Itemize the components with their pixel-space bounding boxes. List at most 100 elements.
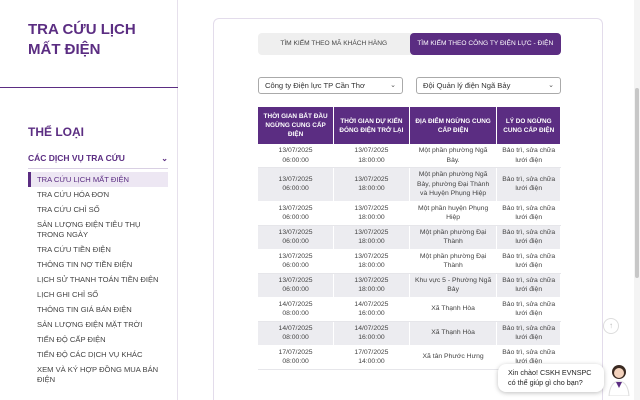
search-mode-tabs: TÌM KIẾM THEO MÃ KHÁCH HÀNG TÌM KIẾM THE… [258, 33, 561, 69]
cell-reason: Bảo trì, sửa chữa lưới điện [502, 276, 556, 294]
cell-end-time: 16:00:00 [358, 334, 385, 341]
cell-end-time: 18:00:00 [358, 262, 385, 269]
cell-start: 13/07/2025 06:00:00 [258, 249, 335, 274]
table-row: 13/07/2025 06:00:00 13/07/2025 18:00:00 Một … [258, 249, 561, 274]
arrow-up-icon[interactable]: ↑ [603, 318, 619, 334]
cell-reason: Bảo trì, sửa chữa lưới điện [496, 225, 561, 250]
group-divider [28, 168, 168, 169]
cell-start-date: 13/07/2025 [278, 228, 313, 236]
cell-start: 13/07/2025 06:00:00 [258, 201, 335, 226]
cell-start-time: 06:00:00 [282, 286, 309, 293]
sidebar-item-invoice[interactable]: TRA CỨU HÓA ĐƠN [28, 187, 168, 202]
sidebar-item-payment-history[interactable]: LỊCH SỬ THANH TOÁN TIỀN ĐIỆN [28, 272, 168, 287]
cell-location: Một phần phường Đại Thành [409, 225, 498, 250]
cell-end-time: 16:00:00 [358, 310, 385, 317]
cell-location: Một phần phường Đại Thành [409, 249, 498, 274]
cell-reason: Bảo trì, sửa chữa lưới điện [496, 297, 561, 322]
cell-start-time: 08:00:00 [282, 310, 309, 317]
table-row: 13/07/2025 06:00:00 13/07/2025 18:00:00 Một … [258, 225, 561, 250]
cell-start: 14/07/2025 08:00:00 [258, 321, 335, 346]
cell-end-date: 13/07/2025 [354, 252, 389, 260]
cell-end-time: 18:00:00 [358, 185, 385, 193]
column-header-start: THỜI GIAN BẮT ĐẦU NGỪNG CUNG CẤP ĐIỆN [258, 107, 335, 144]
cell-start-time: 06:00:00 [282, 185, 309, 193]
tab-search-by-customer[interactable]: TÌM KIẾM THEO MÃ KHÁCH HÀNG [258, 33, 410, 55]
cell-reason: Bảo trì, sửa chữa lưới điện [502, 252, 556, 270]
cell-start: 14/07/2025 08:00:00 [258, 297, 335, 322]
table-row: 13/07/2025 06:00:00 13/07/2025 18:00:00 Một … [258, 201, 561, 226]
cell-reason: Bảo trì, sửa chữa lưới điện [502, 324, 556, 342]
sidebar-item-other-services[interactable]: TIẾN ĐỘ CÁC DỊCH VỤ KHÁC [28, 347, 168, 362]
sidebar-item-connection-progress[interactable]: TIẾN ĐỘ CẤP ĐIỆN [28, 332, 168, 347]
cell-start-time: 08:00:00 [282, 358, 309, 365]
chat-greeting-line1: Xin chào! CSKH EVNSPC [508, 368, 592, 377]
cell-end-date: 13/07/2025 [354, 175, 389, 183]
cell-start-time: 06:00:00 [282, 262, 309, 269]
cell-location: Một phần phường Đại Thành [419, 228, 487, 246]
cell-start-time: 06:00:00 [282, 156, 309, 164]
page-scrollbar[interactable] [634, 0, 640, 400]
cell-end-date: 13/07/2025 [354, 147, 389, 154]
outage-panel: TÌM KIẾM THEO MÃ KHÁCH HÀNG TÌM KIẾM THE… [213, 18, 603, 400]
cell-reason: Bảo trì, sửa chữa lưới điện [496, 249, 561, 274]
cell-location: Một phần phường Đại Thành [419, 252, 487, 270]
cell-location: Xã Thạnh Hòa [409, 321, 498, 346]
cell-start: 13/07/2025 06:00:00 [258, 273, 335, 298]
column-header-location: ĐỊA ĐIỂM NGỪNG CUNG CẤP ĐIỆN [409, 107, 498, 144]
sidebar-item-bill-amount[interactable]: TRA CỨU TIỀN ĐIỆN [28, 242, 168, 257]
sidebar: TRA CỨU LỊCH MẤT ĐIỆN THỂ LOẠI CÁC DỊCH … [0, 0, 178, 400]
cell-location: Xã Thạnh Hòa [431, 329, 475, 337]
company-select[interactable]: Công ty Điện lực TP Cần Thơ ⌄ [258, 77, 403, 94]
company-select-value: Công ty Điện lực TP Cần Thơ [265, 81, 365, 90]
cell-start-date: 14/07/2025 [278, 324, 313, 332]
cell-end: 17/07/2025 14:00:00 [333, 345, 410, 370]
sidebar-item-price-info[interactable]: THÔNG TIN GIÁ BÁN ĐIỆN [28, 302, 168, 317]
column-header-end: THỜI GIAN DỰ KIẾN ĐÓNG ĐIỆN TRỞ LẠI [333, 107, 410, 144]
cell-start-time: 06:00:00 [282, 214, 309, 221]
cell-end-time: 18:00:00 [358, 214, 385, 221]
cell-start-time: 06:00:00 [282, 238, 309, 245]
sidebar-item-daily-consumption[interactable]: SẢN LƯỢNG ĐIỆN TIÊU THỤ TRONG NGÀY [28, 217, 168, 242]
cell-start-date: 13/07/2025 [278, 204, 313, 212]
sidebar-item-debt[interactable]: THÔNG TIN NỢ TIỀN ĐIỆN [28, 257, 168, 272]
tab-search-by-company[interactable]: TÌM KIẾM THEO CÔNG TY ĐIỆN LỰC - ĐIỆN LỰ… [409, 33, 561, 69]
cell-start: 13/07/2025 06:00:00 [258, 225, 335, 250]
cell-location: Xã tân Phước Hưng [422, 353, 484, 361]
cell-end-time: 18:00:00 [358, 156, 385, 164]
cell-end: 13/07/2025 18:00:00 [333, 167, 410, 202]
sidebar-item-outage-schedule[interactable]: TRA CỨU LỊCH MẤT ĐIỆN [28, 172, 168, 187]
cell-location: Khu vực 5 - Phường Ngã Bảy [409, 273, 498, 298]
cell-start: 13/07/2025 06:00:00 [258, 144, 335, 168]
sidebar-item-solar-output[interactable]: SẢN LƯỢNG ĐIỆN MẶT TRỜI [28, 317, 168, 332]
page-title: TRA CỨU LỊCH MẤT ĐIỆN [28, 21, 136, 58]
chat-avatar-icon[interactable] [606, 362, 632, 396]
sidebar-item-reading-schedule[interactable]: LỊCH GHI CHỈ SỐ [28, 287, 168, 302]
unit-select[interactable]: Đội Quản lý điện Ngã Bảy ⌄ [416, 77, 561, 94]
cell-end: 13/07/2025 18:00:00 [333, 273, 410, 298]
table-header-row: THỜI GIAN BẮT ĐẦU NGỪNG CUNG CẤP ĐIỆN TH… [258, 107, 561, 144]
cell-reason: Bảo trì, sửa chữa lưới điện [496, 201, 561, 226]
cell-end-time: 18:00:00 [358, 238, 385, 245]
cell-location: Một phần huyện Phụng Hiệp [409, 201, 498, 226]
chat-greeting[interactable]: Xin chào! CSKH EVNSPC có thể giúp gì cho… [498, 364, 604, 392]
cell-end: 14/07/2025 16:00:00 [333, 321, 410, 346]
cell-location: Khu vực 5 - Phường Ngã Bảy [414, 276, 492, 294]
cell-end-date: 13/07/2025 [354, 276, 389, 284]
cell-location: Xã Thạnh Hòa [409, 297, 498, 322]
cell-end-time: 18:00:00 [358, 286, 385, 293]
cell-reason: Bảo trì, sửa chữa lưới điện [496, 273, 561, 298]
cell-end-date: 14/07/2025 [354, 300, 389, 308]
chevron-down-icon: ⌄ [161, 153, 168, 163]
title-divider [0, 87, 178, 88]
sidebar-item-meter-index[interactable]: TRA CỨU CHỈ SỐ [28, 202, 168, 217]
cell-reason: Bảo trì, sửa chữa lưới điện [496, 167, 561, 202]
cell-reason: Bảo trì, sửa chữa lưới điện [502, 228, 556, 246]
table-row: 14/07/2025 08:00:00 14/07/2025 16:00:00 Xã T… [258, 321, 561, 346]
service-group-toggle[interactable]: CÁC DỊCH VỤ TRA CỨU ⌄ [28, 150, 168, 166]
cell-reason: Bảo trì, sửa chữa lưới điện [502, 204, 556, 222]
scrollbar-thumb[interactable] [635, 88, 639, 278]
cell-location: Xã Thạnh Hòa [431, 305, 475, 313]
sidebar-item-contract[interactable]: XEM VÀ KÝ HỢP ĐỒNG MUA BÁN ĐIỆN [28, 362, 168, 387]
table-row: 13/07/2025 06:00:00 13/07/2025 18:00:00 Một … [258, 167, 561, 202]
cell-start-date: 13/07/2025 [278, 252, 313, 260]
